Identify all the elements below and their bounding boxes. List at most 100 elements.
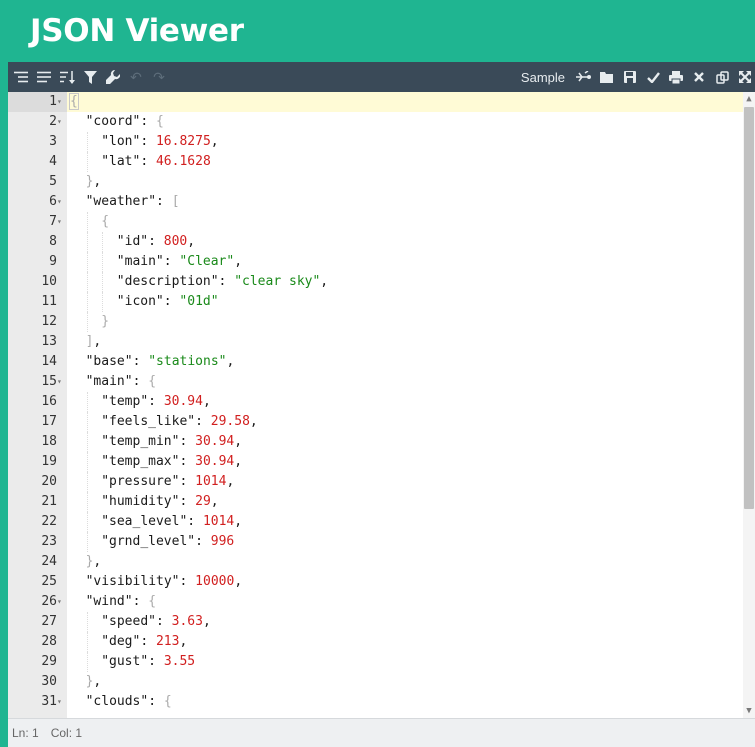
code-line[interactable]: 10 "description": "clear sky",	[8, 272, 743, 292]
fold-arrow-icon[interactable]: ▾	[57, 592, 65, 612]
code-line[interactable]: 16 "temp": 30.94,	[8, 392, 743, 412]
json-punctuation: :	[132, 374, 149, 389]
line-number: 27	[8, 612, 67, 632]
code-line[interactable]: 27 "speed": 3.63,	[8, 612, 743, 632]
scroll-down-arrow-icon[interactable]: ▼	[743, 704, 755, 718]
code-line[interactable]: 7 ▾ {	[8, 212, 743, 232]
code-text: "speed": 3.63,	[101, 612, 211, 632]
code-line[interactable]: 9 "main": "Clear",	[8, 252, 743, 272]
redo-icon[interactable]: ↷	[149, 66, 169, 88]
json-punctuation: ,	[93, 174, 102, 189]
code-editor[interactable]: 1 ▾{2 ▾ "coord": {3 "lon": 16.8275, 4 "lat": 4…	[8, 92, 755, 718]
scroll-up-arrow-icon[interactable]: ▲	[743, 92, 755, 106]
line-number-text: 3	[49, 134, 57, 149]
json-viewer-app: JSON Viewer ↶ ↷ Sample 1 ▾ {2 ▾ "coord"…	[0, 0, 755, 747]
line-number: 31 ▾	[8, 692, 67, 712]
sort-icon[interactable]	[57, 66, 77, 88]
code-line[interactable]: 22 "sea_level": 1014,	[8, 512, 743, 532]
editor-lines: 1 ▾{2 ▾ "coord": {3 "lon": 16.8275, 4 "lat": 4…	[8, 92, 743, 712]
code-line[interactable]: 17 "feels_like": 29.58,	[8, 412, 743, 432]
indent-guide	[86, 472, 88, 492]
line-number-text: 4	[49, 154, 57, 169]
fold-arrow-icon[interactable]: ▾	[57, 692, 65, 712]
code-line[interactable]: 1 ▾{	[8, 92, 743, 112]
line-number-text: 28	[41, 634, 57, 649]
line-number-text: 23	[41, 534, 57, 549]
code-line[interactable]: 4 "lat": 46.1628	[8, 152, 743, 172]
indent-guide	[102, 272, 104, 292]
code-line[interactable]: 20 "pressure": 1014,	[8, 472, 743, 492]
line-number-text: 16	[41, 394, 57, 409]
code-line[interactable]: 26 ▾ "wind": {	[8, 592, 743, 612]
scrollbar-thumb[interactable]	[744, 107, 754, 509]
validate-icon[interactable]	[643, 66, 663, 88]
code-line[interactable]: 15 ▾ "main": {	[8, 372, 743, 392]
transform-icon[interactable]	[574, 66, 594, 88]
line-number-text: 11	[41, 294, 57, 309]
open-icon[interactable]	[597, 66, 617, 88]
code-line[interactable]: 11 "icon": "01d"	[8, 292, 743, 312]
line-number-text: 7	[49, 214, 57, 229]
indent-guide	[86, 632, 88, 652]
clear-icon[interactable]	[689, 66, 709, 88]
undo-icon[interactable]: ↶	[126, 66, 146, 88]
code-line[interactable]: 2 ▾ "coord": {	[8, 112, 743, 132]
fold-arrow-icon[interactable]: ▾	[57, 372, 65, 392]
line-number: 9	[8, 252, 67, 272]
indent-guide	[86, 412, 88, 432]
line-number-text: 15	[41, 374, 57, 389]
code-line[interactable]: 18 "temp_min": 30.94,	[8, 432, 743, 452]
fullscreen-icon[interactable]	[735, 66, 755, 88]
filter-icon[interactable]	[80, 66, 100, 88]
code-line[interactable]: 23 "grnd_level": 996	[8, 532, 743, 552]
code-line[interactable]: 21 "humidity": 29,	[8, 492, 743, 512]
fold-arrow-icon[interactable]: ▾	[57, 92, 65, 112]
line-number: 18	[8, 432, 67, 452]
line-number: 16	[8, 392, 67, 412]
code-line[interactable]: 19 "temp_max": 30.94,	[8, 452, 743, 472]
save-icon[interactable]	[620, 66, 640, 88]
code-line[interactable]: 25 "visibility": 10000,	[8, 572, 743, 592]
line-number: 20	[8, 472, 67, 492]
code-line[interactable]: 8 "id": 800,	[8, 232, 743, 252]
indent-guide	[86, 152, 88, 172]
vertical-scrollbar[interactable]: ▲ ▼	[743, 92, 755, 718]
fold-arrow-icon[interactable]: ▾	[57, 112, 65, 132]
json-punctuation: :	[179, 494, 196, 509]
code-line[interactable]: 5},	[8, 172, 743, 192]
status-column: Col: 1	[50, 726, 83, 740]
code-line[interactable]: 28 "deg": 213,	[8, 632, 743, 652]
print-icon[interactable]	[666, 66, 686, 88]
compact-icon[interactable]	[34, 66, 54, 88]
json-punctuation: :	[140, 154, 156, 169]
code-text: "humidity": 29,	[101, 492, 218, 512]
code-line[interactable]: 13],	[8, 332, 743, 352]
code-line[interactable]: 12}	[8, 312, 743, 332]
json-number: 996	[210, 534, 235, 549]
format-icon[interactable]	[11, 66, 31, 88]
line-number: 26 ▾	[8, 592, 67, 612]
code-line[interactable]: 6 ▾ "weather": [	[8, 192, 743, 212]
copy-icon[interactable]	[712, 66, 732, 88]
code-line[interactable]: 24},	[8, 552, 743, 572]
fold-arrow-icon[interactable]: ▾	[57, 192, 65, 212]
json-key: "lon"	[101, 134, 141, 149]
json-number: 1014	[202, 514, 235, 529]
json-key: "speed"	[101, 614, 156, 629]
sample-button[interactable]: Sample	[521, 70, 565, 85]
code-line[interactable]: 14 "base": "stations",	[8, 352, 743, 372]
code-line[interactable]: 30},	[8, 672, 743, 692]
code-line[interactable]: 3 "lon": 16.8275,	[8, 132, 743, 152]
repair-icon[interactable]	[103, 66, 123, 88]
line-number-text: 14	[41, 354, 57, 369]
line-number-text: 21	[41, 494, 57, 509]
code-line[interactable]: 29 "gust": 3.55	[8, 652, 743, 672]
json-punctuation: ,	[234, 454, 243, 469]
line-number: 19	[8, 452, 67, 472]
json-punctuation: :	[148, 654, 164, 669]
code-line[interactable]: 31 ▾ "clouds": {	[8, 692, 743, 712]
code-text: "weather": [	[86, 192, 180, 212]
fold-arrow-icon[interactable]: ▾	[57, 212, 65, 232]
editor-panel: ↶ ↷ Sample 1 ▾ {2 ▾ "coord": {3 "lon":…	[8, 62, 755, 747]
json-punctuation: }	[101, 314, 110, 329]
